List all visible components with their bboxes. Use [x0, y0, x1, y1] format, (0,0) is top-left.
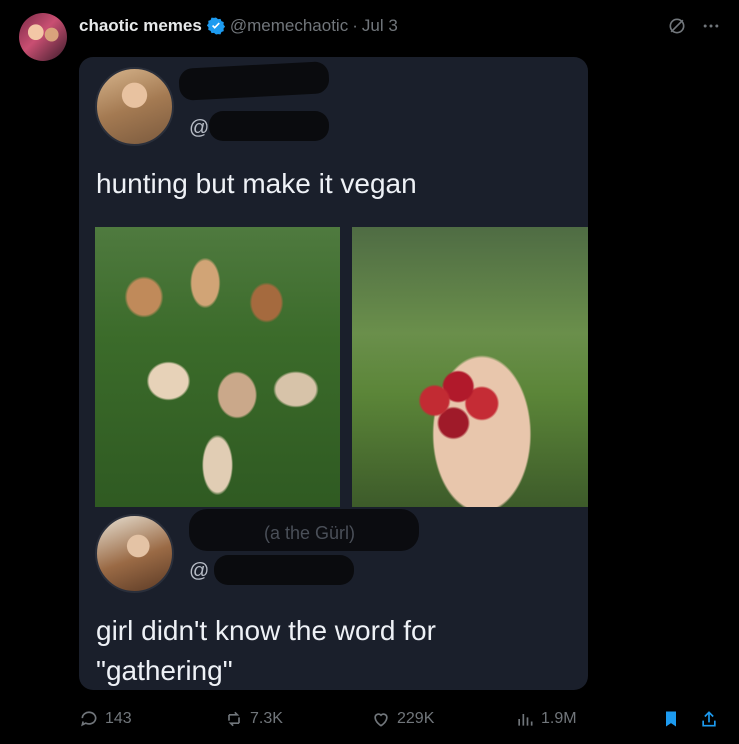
more-options-icon[interactable] [701, 16, 721, 36]
berries-in-hand-photo [352, 227, 588, 507]
embedded-avatar-1 [95, 67, 174, 146]
like-count: 229K [397, 710, 435, 727]
reply-count: 143 [105, 710, 132, 727]
embedded-post-text-2: girl didn't know the word for "gathering… [96, 615, 436, 686]
tweet-header: chaotic memes @memechaotic · Jul 3 [79, 14, 398, 38]
share-button[interactable] [699, 709, 719, 729]
repost-button[interactable]: 7.3K [224, 709, 283, 729]
bookmark-button[interactable] [661, 709, 681, 729]
embedded-handle-2: @ [189, 560, 210, 582]
grok-icon[interactable] [667, 16, 687, 36]
repost-icon [228, 711, 240, 727]
author-avatar[interactable] [19, 13, 67, 61]
repost-count: 7.3K [250, 710, 283, 727]
share-icon [702, 711, 716, 727]
redaction-mark-2 [209, 111, 329, 141]
tweet-top-actions [667, 16, 721, 36]
views-bar-chart-icon [518, 714, 533, 726]
like-button[interactable]: 229K [371, 709, 434, 729]
views-button[interactable]: 1.9M [515, 709, 577, 729]
mushrooms-photo [95, 227, 340, 507]
redaction-mark-1 [178, 61, 330, 101]
author-handle[interactable]: @memechaotic [230, 16, 348, 36]
embedded-post-text-1: hunting but make it vegan [96, 168, 417, 199]
heart-icon [374, 713, 388, 727]
bookmark-icon [666, 711, 676, 727]
embedded-avatar-2 [95, 514, 174, 593]
redaction-mark-4 [214, 555, 354, 585]
author-name[interactable]: chaotic memes [79, 16, 202, 36]
reply-icon [81, 711, 97, 727]
separator-dot: · [352, 16, 358, 35]
meme-image[interactable]: @c hunting but make it vegan (a the Gürl… [79, 57, 588, 690]
verified-badge-icon [206, 17, 225, 35]
views-count: 1.9M [541, 710, 577, 727]
reply-button[interactable]: 143 [79, 709, 132, 729]
embedded-name-2: (a the Gürl) [264, 523, 356, 543]
tweet-actions-bar: 143 7.3K 229K 1.9M [79, 707, 719, 731]
tweet-date[interactable]: Jul 3 [362, 16, 398, 36]
